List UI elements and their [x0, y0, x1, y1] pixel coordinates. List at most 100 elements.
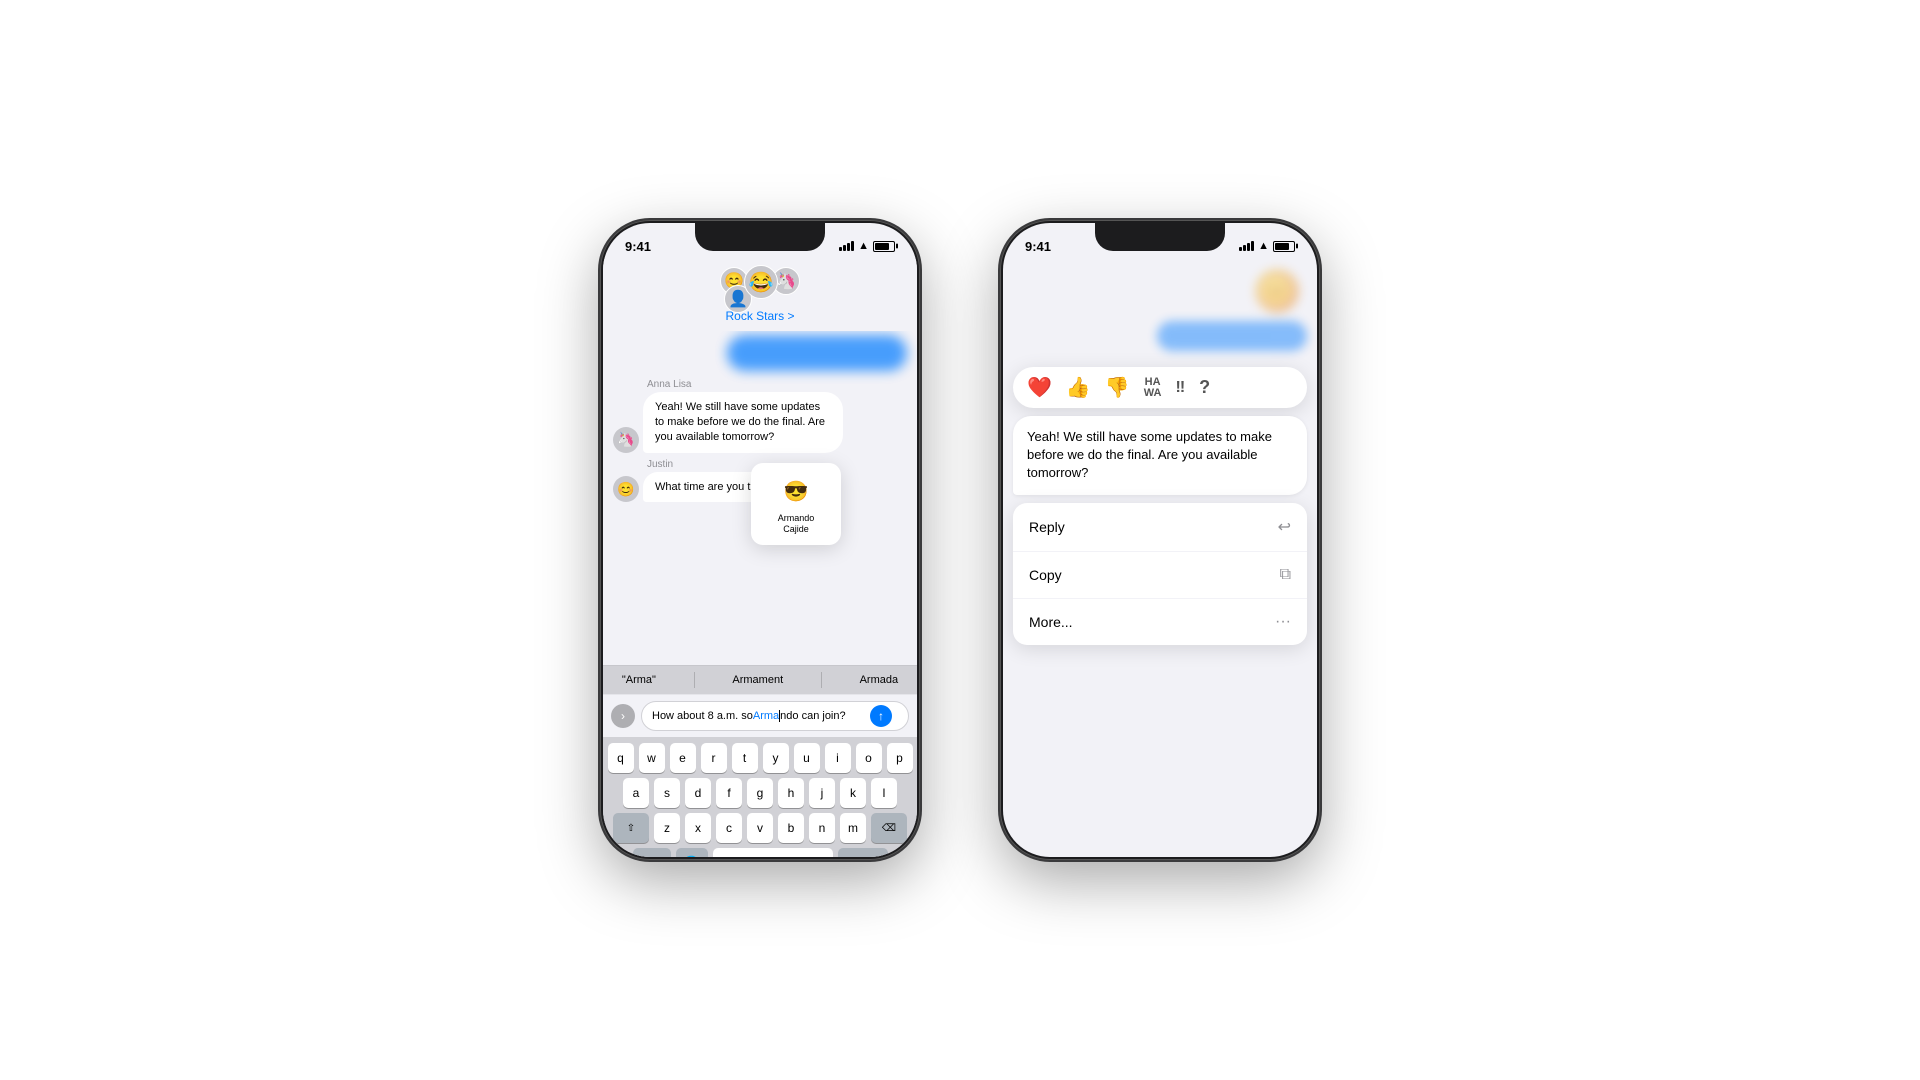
right-message-bubble[interactable]: Yeah! We still have some updates to make…	[1013, 416, 1307, 495]
key-j[interactable]: j	[809, 778, 835, 808]
key-y[interactable]: y	[763, 743, 789, 773]
reaction-thumbsdown[interactable]: 👎	[1105, 375, 1130, 400]
blurred-emoji: 🌞	[1255, 269, 1299, 313]
input-text-highlighted: Arma	[753, 710, 779, 722]
wifi-icon-right: ▲	[1258, 240, 1269, 252]
reaction-haha[interactable]: HAWA	[1144, 377, 1162, 399]
chat-header-left: 😊 😂 🦄 👤 Rock Stars >	[603, 259, 917, 331]
key-x[interactable]: x	[685, 813, 711, 843]
input-text-after: ndo can join?	[780, 710, 845, 722]
keyboard-row-4: 123 🌐 space return	[606, 848, 914, 857]
send-button[interactable]: ↑	[870, 705, 892, 727]
key-delete[interactable]: ⌫	[871, 813, 907, 843]
keyboard-row-2: a s d f g h j k l	[606, 778, 914, 808]
reaction-exclaim[interactable]: ‼	[1175, 379, 1185, 397]
chat-messages-left: Anna Lisa 🦄 Yeah! We still have some upd…	[603, 331, 917, 665]
key-m[interactable]: m	[840, 813, 866, 843]
context-reply[interactable]: Reply ↩	[1013, 503, 1307, 552]
autocomplete-2[interactable]: Armament	[732, 674, 783, 686]
key-q[interactable]: q	[608, 743, 634, 773]
key-e[interactable]: e	[670, 743, 696, 773]
autocomplete-bar: "Arma" Armament Armada	[603, 665, 917, 694]
justin-text: What time are you thin	[655, 481, 765, 493]
left-phone: 9:41 ▲	[600, 220, 920, 860]
anna-avatar: 🦄	[613, 427, 639, 453]
notch	[695, 223, 825, 251]
left-screen: 9:41 ▲	[603, 223, 917, 857]
status-icons-left: ▲	[839, 240, 895, 252]
reply-icon: ↩	[1278, 517, 1291, 537]
keyboard-row-1: q w e r t y u i o p	[606, 743, 914, 773]
key-f[interactable]: f	[716, 778, 742, 808]
context-more[interactable]: More... ···	[1013, 599, 1307, 645]
scene: 9:41 ▲	[600, 220, 1320, 860]
anna-message-bubble[interactable]: Yeah! We still have some updates to make…	[643, 392, 843, 453]
notch-right	[1095, 223, 1225, 251]
key-a[interactable]: a	[623, 778, 649, 808]
key-shift[interactable]: ⇧	[613, 813, 649, 843]
key-u[interactable]: u	[794, 743, 820, 773]
status-icons-right: ▲	[1239, 240, 1295, 252]
reaction-question[interactable]: ?	[1199, 377, 1210, 398]
key-s[interactable]: s	[654, 778, 680, 808]
key-h[interactable]: h	[778, 778, 804, 808]
key-t[interactable]: t	[732, 743, 758, 773]
blurred-message-left	[727, 335, 907, 371]
context-copy[interactable]: Copy ⧉	[1013, 552, 1307, 599]
key-n[interactable]: n	[809, 813, 835, 843]
key-p[interactable]: p	[887, 743, 913, 773]
right-screen-content: 🌞 ❤️ 👍 👎 HAWA ‼ ? Yeah! We still have so…	[1003, 259, 1317, 857]
key-l[interactable]: l	[871, 778, 897, 808]
autocomplete-divider-2	[821, 672, 822, 688]
autocomplete-divider-1	[694, 672, 695, 688]
more-icon: ···	[1275, 613, 1291, 631]
mention-name: ArmandoCajide	[778, 513, 815, 535]
key-r[interactable]: r	[701, 743, 727, 773]
message-input[interactable]: How about 8 a.m. so Armando can join? ↑	[641, 701, 909, 731]
avatar-center: 😂	[744, 265, 778, 299]
status-time-right: 9:41	[1025, 239, 1051, 254]
status-time-left: 9:41	[625, 239, 651, 254]
key-i[interactable]: i	[825, 743, 851, 773]
key-c[interactable]: c	[716, 813, 742, 843]
key-z[interactable]: z	[654, 813, 680, 843]
sender-anna-label: Anna Lisa	[647, 379, 907, 390]
mention-popup[interactable]: 😎 ArmandoCajide	[751, 463, 841, 545]
right-screen: 9:41 ▲ 🌞	[1003, 223, 1317, 857]
key-d[interactable]: d	[685, 778, 711, 808]
battery-fill	[875, 243, 889, 250]
group-avatars: 😊 😂 🦄 👤	[720, 265, 800, 307]
right-phone: 9:41 ▲ 🌞	[1000, 220, 1320, 860]
key-return[interactable]: return	[838, 848, 888, 857]
reaction-thumbsup[interactable]: 👍	[1066, 375, 1091, 400]
key-v[interactable]: v	[747, 813, 773, 843]
keyboard-row-3: ⇧ z x c v b n m ⌫	[606, 813, 914, 843]
mention-avatar: 😎	[778, 473, 814, 509]
key-b[interactable]: b	[778, 813, 804, 843]
battery-fill-right	[1275, 243, 1289, 250]
battery-icon	[873, 241, 895, 252]
signal-icon-right	[1239, 241, 1254, 251]
key-o[interactable]: o	[856, 743, 882, 773]
key-numbers[interactable]: 123	[633, 848, 671, 857]
battery-icon-right	[1273, 241, 1295, 252]
input-area-left: › How about 8 a.m. so Armando can join? …	[603, 694, 917, 737]
key-g[interactable]: g	[747, 778, 773, 808]
key-space[interactable]: space	[713, 848, 833, 857]
justin-avatar: 😊	[613, 476, 639, 502]
context-reply-label: Reply	[1029, 519, 1065, 535]
reaction-bar: ❤️ 👍 👎 HAWA ‼ ?	[1013, 367, 1307, 408]
reaction-heart[interactable]: ❤️	[1027, 375, 1052, 400]
key-w[interactable]: w	[639, 743, 665, 773]
key-k[interactable]: k	[840, 778, 866, 808]
autocomplete-3[interactable]: Armada	[860, 674, 899, 686]
context-menu: Reply ↩ Copy ⧉ More... ···	[1013, 503, 1307, 645]
context-more-label: More...	[1029, 614, 1073, 630]
blurred-sent-msg	[1157, 321, 1307, 351]
wifi-icon: ▲	[858, 240, 869, 252]
copy-icon: ⧉	[1280, 566, 1291, 584]
expand-button[interactable]: ›	[611, 704, 635, 728]
anna-message-row: 🦄 Yeah! We still have some updates to ma…	[613, 392, 907, 453]
key-emoji[interactable]: 🌐	[676, 848, 708, 857]
autocomplete-1[interactable]: "Arma"	[622, 674, 656, 686]
